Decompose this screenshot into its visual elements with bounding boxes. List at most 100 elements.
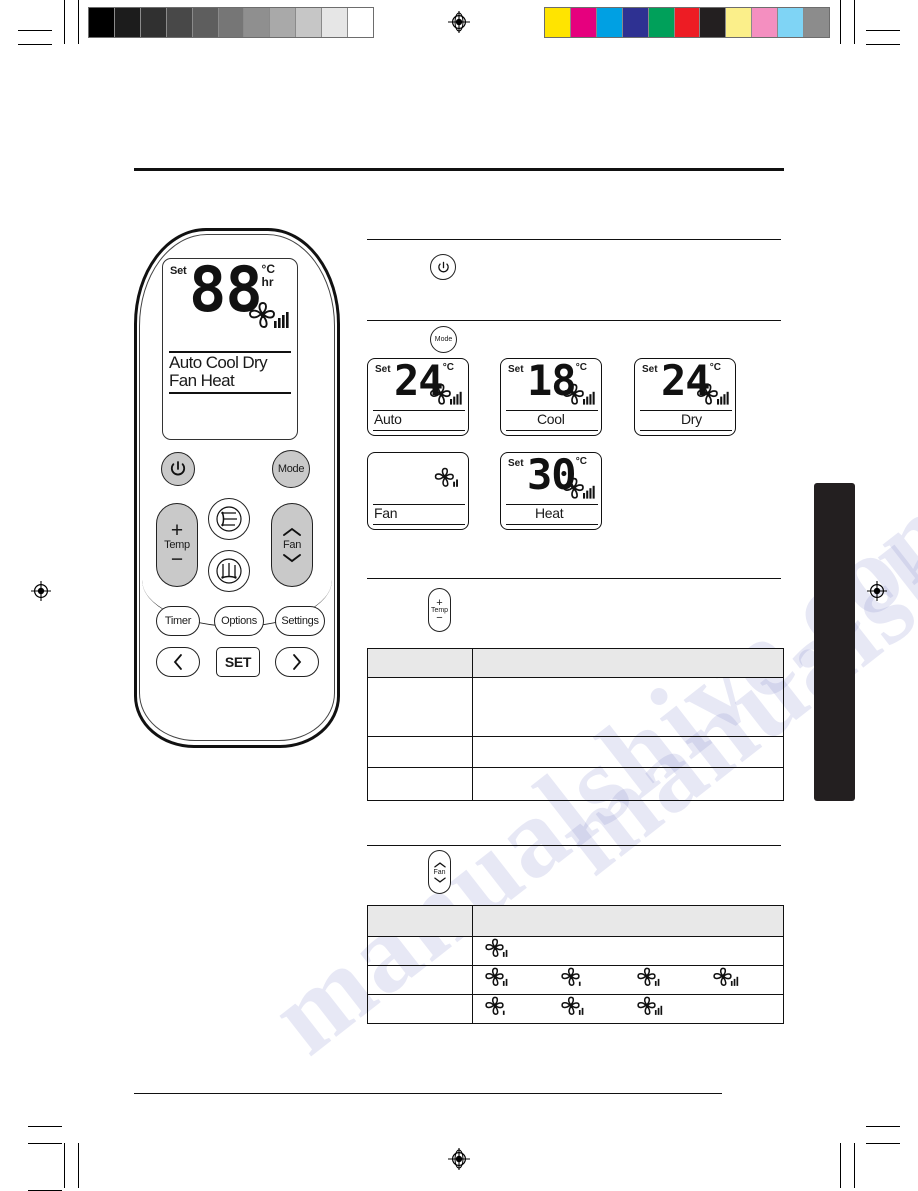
color-patch	[570, 8, 597, 37]
chevron-up-icon	[283, 527, 301, 536]
chevron-down-icon	[283, 554, 301, 563]
remote-settings-button[interactable]: Settings	[275, 606, 325, 636]
crop-mark	[840, 1143, 841, 1188]
fan-icon-group	[473, 967, 783, 993]
crop-mark	[28, 1143, 62, 1144]
registration-target-icon	[448, 11, 470, 33]
table-row	[367, 767, 784, 801]
remote-swing-vertical-button[interactable]	[208, 498, 250, 540]
grayscale-calibration-strip	[88, 7, 374, 38]
lcd-mode-row-secondary: Fan Heat	[169, 371, 235, 390]
table-row	[367, 677, 784, 737]
temp-plus-label: +	[436, 596, 443, 609]
panel-unit-label: °C	[442, 362, 454, 373]
fan-blade-icon	[483, 967, 513, 993]
chevron-up-icon	[433, 861, 446, 868]
remote-power-button[interactable]	[161, 452, 195, 486]
panel-separator-line	[506, 524, 598, 526]
grayscale-patch	[192, 8, 219, 37]
panel-unit-label: °C	[575, 456, 587, 467]
table-row	[367, 965, 784, 995]
fan-blade-icon	[559, 967, 589, 993]
panel-set-label: Set	[508, 364, 524, 375]
lcd-panel-heat: Set 30 °C Heat	[500, 450, 602, 530]
fan-table-header-2	[472, 905, 784, 937]
fan-table-cell-label	[367, 994, 473, 1024]
color-calibration-strip	[544, 7, 830, 38]
crop-mark	[854, 1143, 855, 1188]
panel-set-label: Set	[642, 364, 658, 375]
remote-options-button-label: Options	[221, 615, 257, 627]
panel-set-label: Set	[508, 458, 524, 469]
fan-table-cell-label	[367, 965, 473, 995]
temp-table-cell-label	[367, 767, 473, 801]
crop-mark	[854, 0, 855, 44]
remote-set-button[interactable]: SET	[216, 647, 260, 677]
color-patch	[545, 8, 571, 37]
grayscale-patch	[244, 8, 271, 37]
lcd-hour-label: hr	[261, 274, 274, 289]
color-patch	[700, 8, 727, 37]
power-icon	[437, 261, 449, 272]
remote-fan-button[interactable]: Fan	[271, 503, 313, 587]
fan-blade-icon	[695, 383, 731, 412]
temp-table-cell-label	[367, 736, 473, 768]
temp-settings-table	[367, 648, 784, 801]
fan-blade-icon	[561, 477, 597, 506]
lcd-panel-auto: Set 24 °C Auto	[367, 356, 469, 436]
fan-speed-table	[367, 905, 784, 1024]
fan-section-button-glyph[interactable]: Fan	[428, 850, 451, 894]
fan-blade-icon	[711, 967, 741, 993]
color-patch	[752, 8, 779, 37]
air-swing-horizontal-icon	[216, 558, 242, 584]
panel-mode-label: Dry	[681, 411, 702, 427]
temp-section-button-glyph[interactable]: + Temp −	[428, 588, 451, 632]
lcd-set-label: Set	[170, 265, 187, 277]
power-section-button-glyph[interactable]	[430, 254, 456, 280]
remote-timer-button-label: Timer	[164, 615, 192, 627]
remote-settings-button-label: Settings	[281, 615, 319, 627]
fan-blade-icon	[635, 967, 665, 993]
color-patch	[804, 8, 829, 37]
temp-section-rule	[367, 578, 781, 579]
color-patch	[778, 8, 805, 37]
panel-mode-label: Auto	[374, 411, 402, 427]
remote-mode-button[interactable]: Mode	[272, 450, 310, 488]
remote-options-button[interactable]: Options	[214, 606, 264, 636]
crop-mark	[64, 1143, 65, 1188]
panel-separator-line	[506, 430, 598, 432]
fan-blade-icon	[559, 996, 589, 1022]
remote-temp-button[interactable]: + Temp −	[156, 503, 198, 587]
temp-table-cell-desc	[472, 677, 784, 737]
panel-separator-line	[373, 430, 465, 432]
table-row	[367, 936, 784, 966]
grayscale-patch	[348, 8, 373, 37]
remote-lcd-display: Set 88 °C hr Auto Cool Dry Fan Heat	[162, 258, 298, 440]
fan-blade-icon	[635, 996, 665, 1022]
lcd-unit-labels: °C hr	[262, 263, 275, 288]
mode-section-button-label: Mode	[434, 336, 453, 343]
fan-blade-icon	[561, 383, 597, 412]
remote-prev-button[interactable]	[156, 647, 200, 677]
temp-minus-label: −	[436, 611, 443, 624]
fan-table-header-1	[367, 905, 473, 937]
fan-blade-icon	[483, 996, 513, 1022]
mode-section-button-glyph[interactable]: Mode	[430, 326, 457, 353]
crop-mark	[866, 1126, 900, 1127]
remote-next-button[interactable]	[275, 647, 319, 677]
fan-table-cell-icons	[472, 936, 784, 966]
color-patch	[622, 8, 649, 37]
remote-timer-button[interactable]: Timer	[156, 606, 200, 636]
panel-set-label: Set	[375, 364, 391, 375]
page-footer-rule	[134, 1093, 722, 1094]
fan-icon-group	[473, 996, 783, 1022]
temp-down-label: −	[170, 548, 184, 571]
remote-swing-horizontal-button[interactable]	[208, 550, 250, 592]
remote-control-illustration: Set 88 °C hr Auto Cool Dry Fan Heat Mode…	[134, 228, 340, 748]
lcd-mode-row-primary: Auto Cool Dry	[169, 353, 268, 372]
lcd-celsius-label: °C	[261, 262, 275, 276]
fan-table-cell-icons	[472, 994, 784, 1024]
power-icon	[170, 461, 186, 476]
temp-table-cell-desc	[472, 767, 784, 801]
panel-separator-line	[640, 430, 732, 432]
